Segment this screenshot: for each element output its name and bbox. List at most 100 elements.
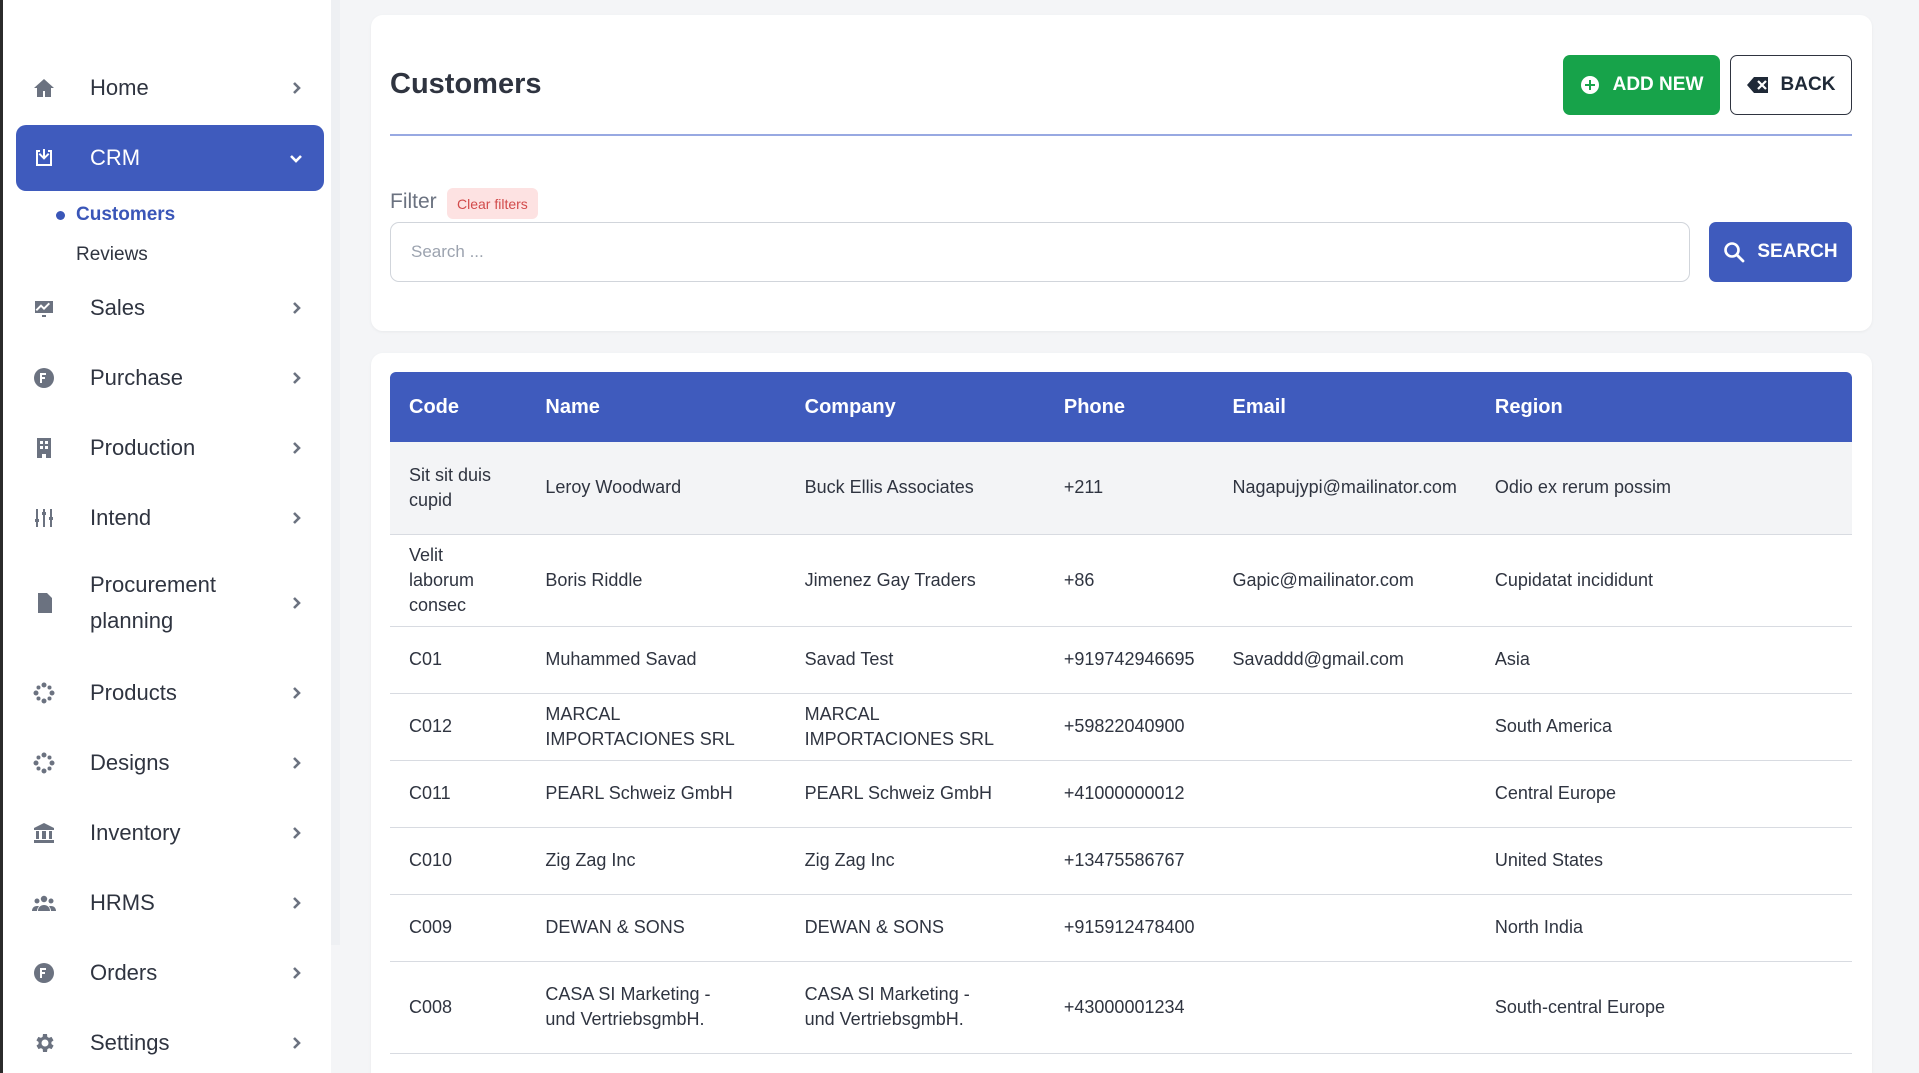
cell-region: Odio ex rerum possim	[1475, 442, 1852, 535]
table-row[interactable]: Sit sit duis cupid Leroy Woodward Buck E…	[390, 442, 1852, 535]
cell-phone: +919742946695	[1044, 626, 1214, 694]
cell-region: Central Europe	[1475, 760, 1852, 828]
table-row[interactable]: C011 PEARL Schweiz GmbH PEARL Schweiz Gm…	[390, 760, 1852, 828]
column-header-region[interactable]: Region	[1475, 372, 1852, 442]
sidebar-item-label: Sales	[90, 295, 146, 320]
sidebar-item-label: Home	[90, 75, 149, 100]
sidebar-item-label: Products	[90, 680, 177, 705]
search-button[interactable]: SEARCH	[1709, 222, 1852, 282]
chevron-right-icon	[288, 510, 304, 526]
crm-icon	[31, 145, 57, 171]
active-dot-icon	[56, 211, 65, 220]
cell-email	[1213, 693, 1476, 761]
sidebar-scrollbar[interactable]	[331, 0, 340, 945]
table-header-row: Code Name Company Phone Email Region	[390, 372, 1852, 442]
sidebar-item-crm[interactable]: CRM	[16, 125, 324, 191]
sales-icon	[31, 295, 57, 321]
cell-company: Buck Ellis Associates	[785, 442, 1045, 535]
cell-company: Savad Test	[785, 626, 1045, 694]
sidebar-item-hrms[interactable]: HRMS	[16, 870, 324, 936]
table-row[interactable]: C012 MARCAL IMPORTACIONES SRL MARCAL IMP…	[390, 693, 1852, 761]
cell-email	[1213, 760, 1476, 828]
filter-label: Filter	[390, 190, 437, 213]
sidebar-item-label: Designs	[90, 750, 170, 775]
cell-name: Leroy Woodward	[526, 442, 786, 535]
add-new-label: ADD NEW	[1612, 74, 1704, 95]
chevron-right-icon	[288, 825, 304, 841]
production-icon	[31, 435, 57, 461]
chevron-right-icon	[288, 440, 304, 456]
inventory-icon	[31, 820, 57, 846]
sidebar-item-products[interactable]: Products	[16, 660, 324, 726]
cell-phone: +915912478400	[1044, 894, 1214, 962]
page-title: Customers	[390, 68, 542, 100]
cell-company: DEWAN & SONS	[785, 894, 1045, 962]
cell-code: C011	[390, 760, 527, 828]
cell-code: C010	[390, 827, 527, 895]
gear-icon	[31, 1030, 57, 1056]
column-header-email[interactable]: Email	[1213, 372, 1476, 442]
search-icon	[1724, 242, 1745, 263]
back-button[interactable]: BACK	[1730, 55, 1852, 115]
designs-icon	[31, 750, 57, 776]
cell-phone: +43000001234	[1044, 961, 1214, 1054]
sidebar-item-intend[interactable]: Intend	[16, 485, 324, 551]
cell-company: CASA SI Marketing - und VertriebsgmbH.	[785, 961, 1045, 1054]
column-header-phone[interactable]: Phone	[1044, 372, 1214, 442]
sidebar-item-label: Production	[90, 435, 196, 460]
cell-email: Savaddd@gmail.com	[1213, 626, 1476, 694]
column-header-name[interactable]: Name	[526, 372, 786, 442]
table-row[interactable]: C010 Zig Zag Inc Zig Zag Inc +1347558676…	[390, 827, 1852, 895]
cell-phone: +59822040900	[1044, 693, 1214, 761]
cell-region: North India	[1475, 894, 1852, 962]
table-row[interactable]: Velit laborum consec Boris Riddle Jimene…	[390, 534, 1852, 627]
products-icon	[31, 680, 57, 706]
column-header-code[interactable]: Code	[390, 372, 527, 442]
cell-phone: +13475586767	[1044, 827, 1214, 895]
cell-region: South America	[1475, 693, 1852, 761]
sidebar-subitem-reviews[interactable]: Reviews	[76, 244, 148, 266]
chevron-down-icon	[288, 150, 304, 166]
sidebar-item-designs[interactable]: Designs	[16, 730, 324, 796]
table-row[interactable]: C008 CASA SI Marketing - und Vertriebsgm…	[390, 961, 1852, 1054]
cell-name: CASA SI Marketing - und VertriebsgmbH.	[526, 961, 786, 1054]
add-new-button[interactable]: ADD NEW	[1563, 55, 1720, 115]
sidebar-item-label: Intend	[90, 505, 152, 530]
sidebar-item-orders[interactable]: Orders	[16, 940, 324, 1006]
cell-name: Muhammed Savad	[526, 626, 786, 694]
sidebar: Home CRM Customers Reviews Sales Purchas…	[0, 0, 331, 1073]
cell-phone: +86	[1044, 534, 1214, 627]
chevron-right-icon	[288, 965, 304, 981]
sidebar-item-sales[interactable]: Sales	[16, 275, 324, 341]
column-header-company[interactable]: Company	[785, 372, 1045, 442]
sidebar-item-inventory[interactable]: Inventory	[16, 800, 324, 866]
search-input[interactable]	[390, 222, 1690, 282]
table-row[interactable]: C009 DEWAN & SONS DEWAN & SONS +91591247…	[390, 894, 1852, 962]
sidebar-item-label: CRM	[90, 145, 141, 170]
chevron-right-icon	[288, 685, 304, 701]
cell-email	[1213, 961, 1476, 1054]
header-card: Customers ADD NEW BACK Filter Clear filt…	[371, 15, 1872, 331]
table-row[interactable]: C01 Muhammed Savad Savad Test +919742946…	[390, 626, 1852, 694]
sidebar-item-label: HRMS	[90, 890, 155, 915]
cell-email: Gapic@mailinator.com	[1213, 534, 1476, 627]
plus-circle-icon	[1580, 76, 1599, 94]
cell-phone: +41000000012	[1044, 760, 1214, 828]
cell-name: MARCAL IMPORTACIONES SRL	[526, 693, 786, 761]
sidebar-item-production[interactable]: Production	[16, 415, 324, 481]
customers-table: Code Name Company Phone Email Region Sit…	[390, 372, 1852, 1054]
cell-code: Sit sit duis cupid	[390, 442, 527, 535]
chevron-right-icon	[288, 370, 304, 386]
sidebar-item-purchase[interactable]: Purchase	[16, 345, 324, 411]
cell-company: MARCAL IMPORTACIONES SRL	[785, 693, 1045, 761]
sidebar-item-home[interactable]: Home	[16, 55, 324, 121]
clear-filters-button[interactable]: Clear filters	[447, 188, 538, 219]
cell-region: Cupidatat incididunt	[1475, 534, 1852, 627]
sidebar-subitem-customers[interactable]: Customers	[76, 204, 175, 226]
sidebar-item-procurement-planning[interactable]: Procurement planning	[16, 563, 324, 643]
cell-name: Boris Riddle	[526, 534, 786, 627]
cell-region: South-central Europe	[1475, 961, 1852, 1054]
sidebar-item-settings[interactable]: Settings	[16, 1010, 324, 1073]
cell-email: Nagapujypi@mailinator.com	[1213, 442, 1476, 535]
cell-name: Zig Zag Inc	[526, 827, 786, 895]
